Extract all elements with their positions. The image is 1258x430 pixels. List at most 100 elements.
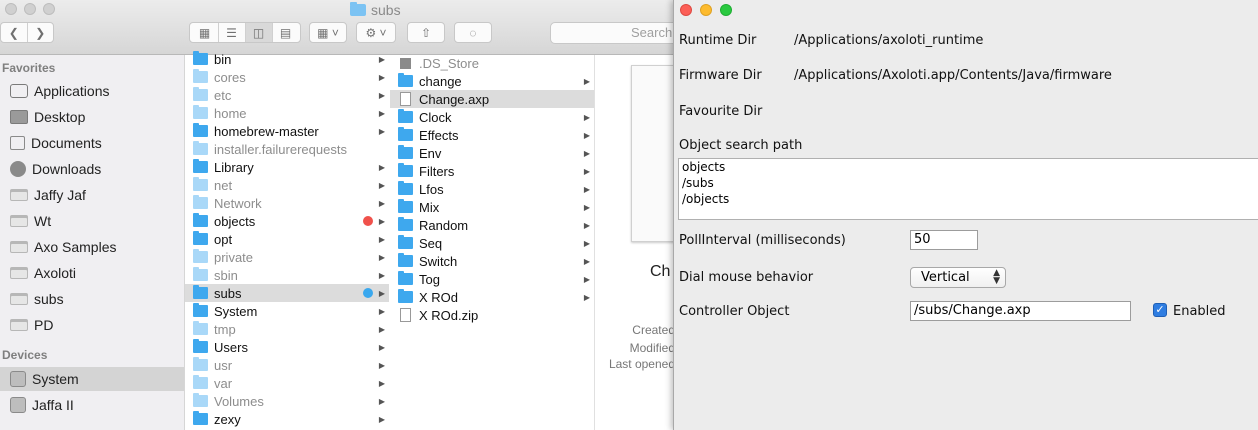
folder-icon: [398, 253, 413, 267]
share-button[interactable]: ⇧: [407, 22, 445, 43]
disclosure-arrow-icon: ▶: [378, 180, 385, 190]
forward-arrow-icon[interactable]: ❯: [28, 23, 54, 42]
folder-icon: [398, 199, 413, 213]
list-item[interactable]: opt ▶: [185, 230, 389, 248]
poll-interval-input[interactable]: 50: [910, 230, 978, 250]
folder-icon: [193, 375, 208, 389]
minimize-button[interactable]: [24, 3, 36, 15]
folder-icon: [193, 177, 208, 191]
sidebar-item-subs[interactable]: subs: [0, 287, 184, 311]
list-item[interactable]: X ROd.zip: [390, 306, 594, 324]
list-item[interactable]: tmp ▶: [185, 320, 389, 338]
list-item[interactable]: Library ▶: [185, 158, 389, 176]
sidebar-item-axoloti[interactable]: Axoloti: [0, 261, 184, 285]
close-button[interactable]: [5, 3, 17, 15]
list-item[interactable]: homebrew-master ▶: [185, 122, 389, 140]
prefs-zoom-button[interactable]: [720, 4, 732, 16]
sidebar-item-label: Jaffy Jaf: [34, 187, 86, 203]
list-item[interactable]: installer.failurerequests: [185, 140, 389, 158]
list-item[interactable]: Filters ▶: [390, 162, 594, 180]
column-view-icon[interactable]: ◫: [245, 23, 273, 42]
sidebar-item-wt[interactable]: Wt: [0, 209, 184, 233]
list-item[interactable]: Effects ▶: [390, 126, 594, 144]
list-item[interactable]: home ▶: [185, 104, 389, 122]
list-item[interactable]: Users ▶: [185, 338, 389, 356]
prefs-minimize-button[interactable]: [700, 4, 712, 16]
list-item[interactable]: Lfos ▶: [390, 180, 594, 198]
tags-button[interactable]: ◌: [454, 22, 492, 43]
folder-icon: [193, 141, 208, 155]
checkmark-icon: ✓: [1155, 304, 1165, 316]
list-item[interactable]: subs ▶: [185, 284, 389, 302]
list-item[interactable]: Volumes ▶: [185, 392, 389, 410]
updown-arrows-icon: ▲ ▼: [993, 268, 1000, 286]
list-item[interactable]: net ▶: [185, 176, 389, 194]
list-item[interactable]: bin ▶: [185, 50, 389, 68]
list-item[interactable]: Network ▶: [185, 194, 389, 212]
runtime-dir-label: Runtime Dir: [679, 33, 757, 48]
sidebar-device-jaffa-ii[interactable]: Jaffa II: [0, 393, 184, 417]
list-item[interactable]: usr ▶: [185, 356, 389, 374]
search-path-line: objects: [682, 160, 726, 174]
list-item[interactable]: Clock ▶: [390, 108, 594, 126]
list-item[interactable]: Mix ▶: [390, 198, 594, 216]
list-item[interactable]: objects ▶: [185, 212, 389, 230]
list-item[interactable]: Env ▶: [390, 144, 594, 162]
downloads-icon: [10, 161, 26, 177]
list-item[interactable]: Seq ▶: [390, 234, 594, 252]
list-item[interactable]: etc ▶: [185, 86, 389, 104]
folder-icon: [193, 51, 208, 65]
list-item[interactable]: Change.axp: [390, 90, 594, 108]
disclosure-arrow-icon: ▶: [583, 202, 590, 212]
back-arrow-icon[interactable]: ❮: [1, 23, 28, 42]
sidebar-item-pd[interactable]: PD: [0, 313, 184, 337]
icon-view-icon[interactable]: ▦: [192, 23, 219, 42]
folder-icon: [398, 127, 413, 141]
prefs-close-button[interactable]: [680, 4, 692, 16]
folder-icon: [10, 319, 28, 331]
list-view-icon[interactable]: ☰: [219, 23, 246, 42]
action-button[interactable]: ⚙ ˅: [356, 22, 396, 43]
list-item-label: Tog: [419, 271, 440, 287]
sidebar-item-downloads[interactable]: Downloads: [0, 157, 184, 181]
color-tag-dot: [363, 216, 373, 226]
arrange-button[interactable]: ▦ ˅: [309, 22, 347, 43]
list-item[interactable]: private ▶: [185, 248, 389, 266]
gear-icon: ⚙ ˅: [365, 25, 387, 40]
enabled-checkbox[interactable]: ✓: [1153, 303, 1167, 317]
disk-icon: [10, 397, 26, 413]
finder-sidebar: Favorites Devices Applications Desktop Doc…: [0, 55, 185, 430]
list-item[interactable]: System ▶: [185, 302, 389, 320]
folder-icon: [193, 87, 208, 101]
sidebar-device-system[interactable]: System: [0, 367, 184, 391]
object-search-path-textarea[interactable]: objects /subs /objects: [678, 158, 1258, 220]
coverflow-view-icon[interactable]: ▤: [273, 23, 299, 42]
list-item-label: sbin: [214, 267, 238, 283]
list-item[interactable]: Switch ▶: [390, 252, 594, 270]
sidebar-item-desktop[interactable]: Desktop: [0, 105, 184, 129]
controller-object-input[interactable]: /subs/Change.axp: [910, 301, 1131, 321]
sidebar-item-applications[interactable]: Applications: [0, 79, 184, 103]
list-item-label: etc: [214, 87, 232, 103]
disclosure-arrow-icon: ▶: [378, 288, 385, 298]
list-item[interactable]: change ▶: [390, 72, 594, 90]
sidebar-item-axo-samples[interactable]: Axo Samples: [0, 235, 184, 259]
firmware-dir-value: /Applications/Axoloti.app/Contents/Java/…: [794, 68, 1112, 83]
sidebar-item-documents[interactable]: Documents: [0, 131, 184, 155]
view-mode-control[interactable]: ▦ ☰ ◫ ▤: [189, 22, 301, 43]
sidebar-item-jaffy-jaf[interactable]: Jaffy Jaf: [0, 183, 184, 207]
list-item[interactable]: Tog ▶: [390, 270, 594, 288]
list-item[interactable]: zexy ▶: [185, 410, 389, 428]
back-forward-control[interactable]: ❮ ❯: [0, 22, 54, 43]
dial-mouse-select[interactable]: Vertical ▲ ▼: [910, 267, 1006, 288]
list-item[interactable]: cores ▶: [185, 68, 389, 86]
list-item-label: Filters: [419, 163, 455, 179]
folder-icon: [193, 357, 208, 371]
list-item[interactable]: .DS_Store: [390, 54, 594, 72]
zoom-button[interactable]: [43, 3, 55, 15]
list-item[interactable]: sbin ▶: [185, 266, 389, 284]
list-item[interactable]: var ▶: [185, 374, 389, 392]
list-item[interactable]: Random ▶: [390, 216, 594, 234]
list-item[interactable]: X ROd ▶: [390, 288, 594, 306]
folder-icon: [398, 73, 413, 87]
